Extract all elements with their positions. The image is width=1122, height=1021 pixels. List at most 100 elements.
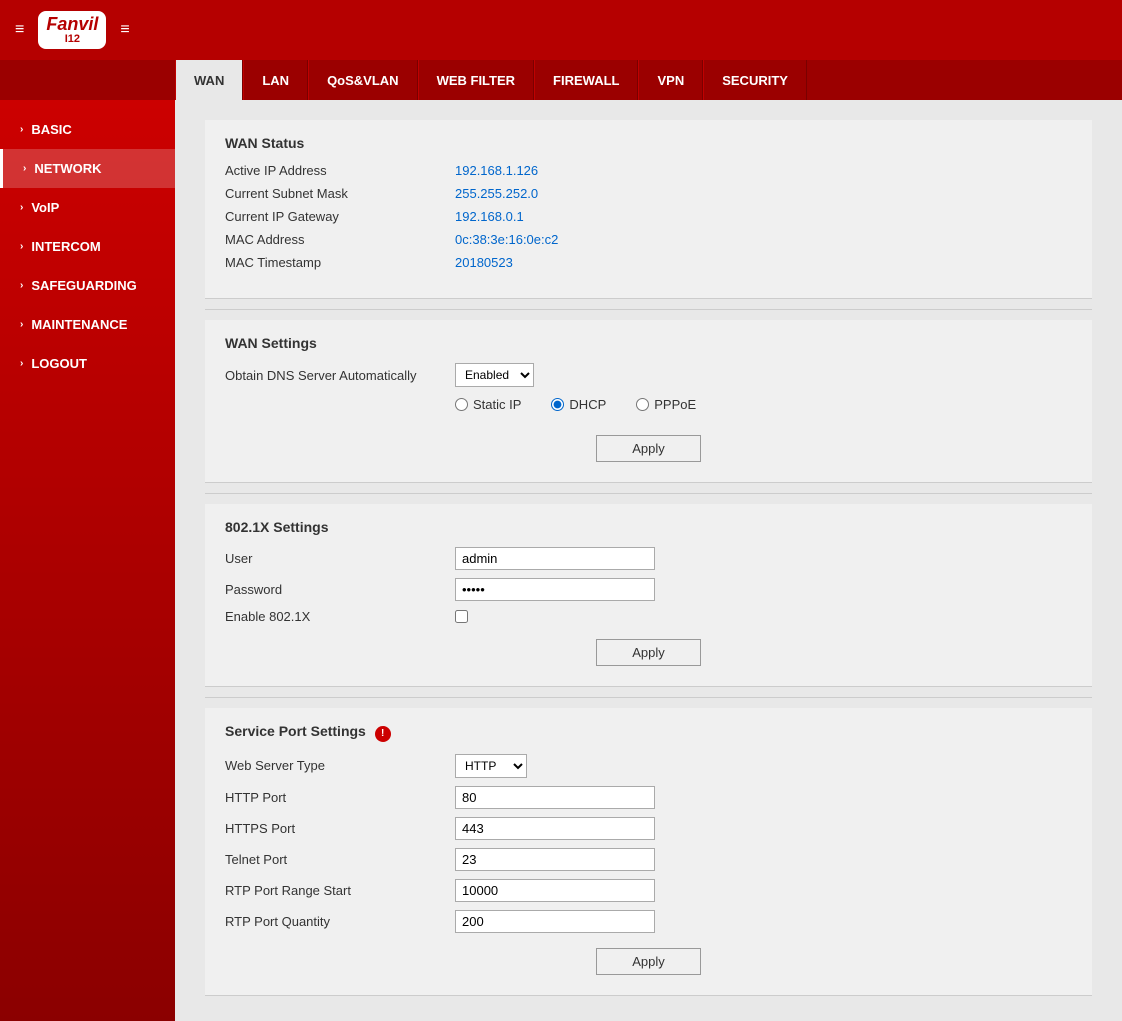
service-port-title: Service Port Settings bbox=[225, 723, 366, 739]
wan-status-title: WAN Status bbox=[225, 135, 1072, 151]
web-server-type-row: Web Server Type HTTP HTTPS bbox=[225, 754, 1072, 778]
gateway-label: Current IP Gateway bbox=[225, 209, 445, 224]
layout: › BASIC › NETWORK › VoIP › INTERCOM › SA… bbox=[0, 100, 1122, 1021]
dot1x-enable-checkbox-wrapper bbox=[455, 610, 468, 623]
dot1x-password-label: Password bbox=[225, 582, 445, 597]
dot1x-enable-label: Enable 802.1X bbox=[225, 609, 445, 624]
tab-lan[interactable]: LAN bbox=[243, 60, 308, 100]
rtp-quantity-label: RTP Port Quantity bbox=[225, 914, 445, 929]
hamburger-icon[interactable]: ≡ bbox=[15, 21, 24, 39]
sidebar-arrow-voip: › bbox=[20, 202, 23, 213]
sidebar-item-logout[interactable]: › LOGOUT bbox=[0, 344, 175, 383]
dhcp-radio[interactable] bbox=[551, 398, 564, 411]
tab-web-filter[interactable]: WEB FILTER bbox=[418, 60, 534, 100]
pppoe-radio-item[interactable]: PPPoE bbox=[636, 397, 696, 412]
http-port-input[interactable] bbox=[455, 786, 655, 809]
gateway-value: 192.168.0.1 bbox=[455, 209, 524, 224]
https-port-label: HTTPS Port bbox=[225, 821, 445, 836]
tab-qos-vlan[interactable]: QoS&VLAN bbox=[308, 60, 418, 100]
http-port-label: HTTP Port bbox=[225, 790, 445, 805]
sidebar-arrow-intercom: › bbox=[20, 241, 23, 252]
sidebar-arrow-safeguarding: › bbox=[20, 280, 23, 291]
dot1x-section: 802.1X Settings User Password Enable 802… bbox=[205, 504, 1092, 687]
rtp-start-row: RTP Port Range Start bbox=[225, 879, 1072, 902]
http-port-row: HTTP Port bbox=[225, 786, 1072, 809]
header-menu-icon[interactable]: ≡ bbox=[120, 21, 129, 39]
pppoe-radio[interactable] bbox=[636, 398, 649, 411]
sidebar: › BASIC › NETWORK › VoIP › INTERCOM › SA… bbox=[0, 100, 175, 1021]
mac-address-row: MAC Address 0c:38:3e:16:0e:c2 bbox=[225, 232, 1072, 247]
sidebar-item-safeguarding[interactable]: › SAFEGUARDING bbox=[0, 266, 175, 305]
active-ip-value: 192.168.1.126 bbox=[455, 163, 538, 178]
header: ≡ Fanvil I12 ≡ bbox=[0, 0, 1122, 60]
sidebar-label-safeguarding: SAFEGUARDING bbox=[31, 278, 136, 293]
logo-sub-text: I12 bbox=[65, 33, 80, 45]
sidebar-item-voip[interactable]: › VoIP bbox=[0, 188, 175, 227]
https-port-row: HTTPS Port bbox=[225, 817, 1072, 840]
dot1x-user-input[interactable] bbox=[455, 547, 655, 570]
wan-settings-section: WAN Settings Obtain DNS Server Automatic… bbox=[205, 320, 1092, 483]
dot1x-title: 802.1X Settings bbox=[225, 519, 1072, 535]
wan-settings-title: WAN Settings bbox=[225, 335, 1072, 351]
web-server-type-label: Web Server Type bbox=[225, 758, 445, 773]
active-ip-row: Active IP Address 192.168.1.126 bbox=[225, 163, 1072, 178]
dot1x-user-row: User bbox=[225, 547, 1072, 570]
rtp-quantity-row: RTP Port Quantity bbox=[225, 910, 1072, 933]
sidebar-arrow-network: › bbox=[23, 163, 26, 174]
separator-3 bbox=[205, 697, 1092, 698]
https-port-input[interactable] bbox=[455, 817, 655, 840]
wan-settings-apply-row: Apply bbox=[225, 435, 1072, 462]
dot1x-apply-row: Apply bbox=[225, 639, 1072, 666]
sidebar-arrow-basic: › bbox=[20, 124, 23, 135]
service-port-info-icon[interactable]: ! bbox=[375, 726, 391, 742]
wan-settings-apply-button[interactable]: Apply bbox=[596, 435, 701, 462]
logo-box: Fanvil I12 bbox=[38, 11, 106, 49]
rtp-quantity-input[interactable] bbox=[455, 910, 655, 933]
tab-vpn[interactable]: VPN bbox=[638, 60, 703, 100]
separator-1 bbox=[205, 309, 1092, 310]
static-ip-radio-item[interactable]: Static IP bbox=[455, 397, 521, 412]
rtp-start-input[interactable] bbox=[455, 879, 655, 902]
tab-wan[interactable]: WAN bbox=[175, 60, 243, 100]
mac-timestamp-label: MAC Timestamp bbox=[225, 255, 445, 270]
dns-auto-select[interactable]: Enabled Disabled bbox=[455, 363, 534, 387]
sidebar-label-voip: VoIP bbox=[31, 200, 59, 215]
sidebar-label-maintenance: MAINTENANCE bbox=[31, 317, 127, 332]
service-port-apply-button[interactable]: Apply bbox=[596, 948, 701, 975]
sidebar-label-basic: BASIC bbox=[31, 122, 71, 137]
rtp-start-label: RTP Port Range Start bbox=[225, 883, 445, 898]
mac-address-label: MAC Address bbox=[225, 232, 445, 247]
logo-main-text: Fanvil bbox=[46, 15, 98, 33]
telnet-port-row: Telnet Port bbox=[225, 848, 1072, 871]
connection-type-row: Static IP DHCP PPPoE bbox=[225, 397, 1072, 420]
tab-security[interactable]: SECURITY bbox=[703, 60, 807, 100]
tab-firewall[interactable]: FIREWALL bbox=[534, 60, 638, 100]
dhcp-radio-item[interactable]: DHCP bbox=[551, 397, 606, 412]
dot1x-password-row: Password bbox=[225, 578, 1072, 601]
telnet-port-label: Telnet Port bbox=[225, 852, 445, 867]
dhcp-radio-label: DHCP bbox=[569, 397, 606, 412]
web-server-type-select[interactable]: HTTP HTTPS bbox=[455, 754, 527, 778]
connection-type-group: Static IP DHCP PPPoE bbox=[455, 397, 696, 412]
dot1x-user-label: User bbox=[225, 551, 445, 566]
mac-timestamp-value: 20180523 bbox=[455, 255, 513, 270]
static-ip-radio[interactable] bbox=[455, 398, 468, 411]
dot1x-apply-button[interactable]: Apply bbox=[596, 639, 701, 666]
sidebar-item-basic[interactable]: › BASIC bbox=[0, 110, 175, 149]
sidebar-arrow-maintenance: › bbox=[20, 319, 23, 330]
service-port-section: Service Port Settings ! Web Server Type … bbox=[205, 708, 1092, 996]
sidebar-label-network: NETWORK bbox=[34, 161, 101, 176]
separator-2 bbox=[205, 493, 1092, 494]
mac-timestamp-row: MAC Timestamp 20180523 bbox=[225, 255, 1072, 270]
service-port-apply-row: Apply bbox=[225, 948, 1072, 975]
nav-tabs: WAN LAN QoS&VLAN WEB FILTER FIREWALL VPN… bbox=[0, 60, 1122, 100]
sidebar-item-intercom[interactable]: › INTERCOM bbox=[0, 227, 175, 266]
dot1x-enable-checkbox[interactable] bbox=[455, 610, 468, 623]
telnet-port-input[interactable] bbox=[455, 848, 655, 871]
subnet-mask-row: Current Subnet Mask 255.255.252.0 bbox=[225, 186, 1072, 201]
sidebar-item-network[interactable]: › NETWORK bbox=[0, 149, 175, 188]
pppoe-radio-label: PPPoE bbox=[654, 397, 696, 412]
subnet-mask-label: Current Subnet Mask bbox=[225, 186, 445, 201]
sidebar-item-maintenance[interactable]: › MAINTENANCE bbox=[0, 305, 175, 344]
dot1x-password-input[interactable] bbox=[455, 578, 655, 601]
